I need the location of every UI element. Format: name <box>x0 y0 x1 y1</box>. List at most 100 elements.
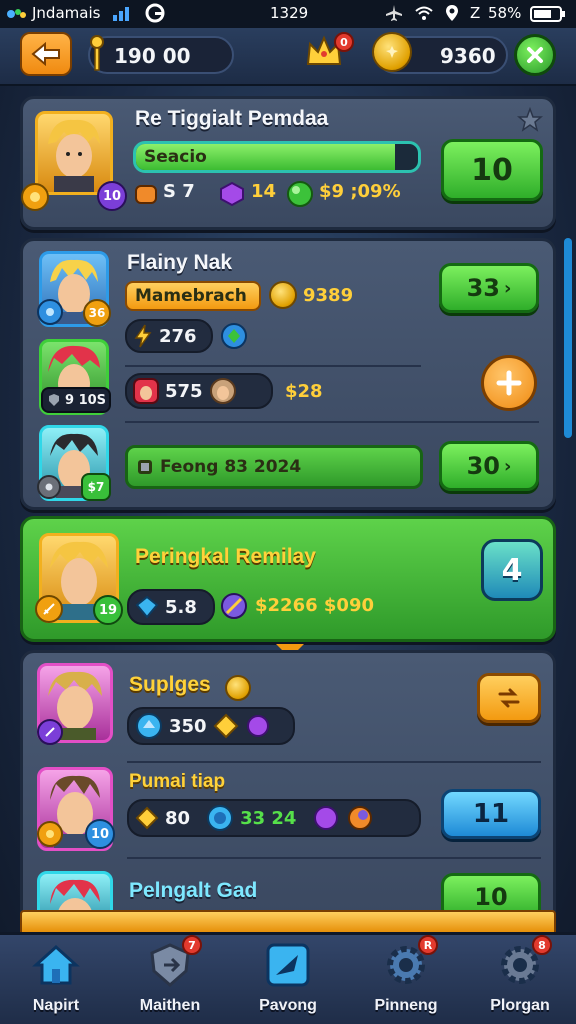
highlight-badge[interactable]: 4 <box>481 539 543 601</box>
app-logo-icon <box>6 6 28 26</box>
red-hero-icon <box>133 378 159 404</box>
stat-gems: 14 <box>251 181 277 202</box>
key-icon <box>86 34 108 78</box>
divider <box>127 857 541 859</box>
member-1-stat: 276 <box>125 319 213 353</box>
nav-label-gear: Pinneng <box>374 997 438 1014</box>
plus-icon <box>496 370 522 396</box>
sword-icon <box>35 595 63 623</box>
member-2-stat-value: 575 <box>165 380 203 402</box>
xp-progress-label: Seacio <box>144 147 207 167</box>
nav-badge-shield: 7 <box>182 935 202 955</box>
member-1-level: 36 <box>83 299 111 327</box>
airplane-icon <box>385 4 403 26</box>
member-1-tag-label: Mamebrach <box>135 286 247 306</box>
fist-icon <box>133 181 159 211</box>
battery-icon <box>530 6 566 26</box>
nav-item-settings[interactable]: 8 Plorgan <box>470 935 570 1021</box>
chevron-right-icon: › <box>503 277 512 299</box>
coin-icon <box>269 281 297 309</box>
arrow-left-icon <box>31 42 60 66</box>
green-orb-icon <box>285 179 315 213</box>
back-button[interactable] <box>20 32 72 76</box>
list-item-2-name: Pumai tiap <box>129 771 226 792</box>
crown-button[interactable]: 0 <box>304 32 354 74</box>
face-icon <box>209 378 236 404</box>
gold-diamond-icon <box>213 713 238 739</box>
nav-label-home: Napirt <box>32 997 80 1014</box>
nav-badge-settings: 8 <box>532 935 552 955</box>
nav-item-play[interactable]: Pavong <box>238 941 338 1021</box>
member-1-coins: 9389 <box>303 285 354 306</box>
nav-item-gear[interactable]: R Pinneng <box>356 935 456 1021</box>
emerald-icon <box>219 321 249 355</box>
highlight-level: 19 <box>93 595 123 625</box>
divider <box>125 421 539 423</box>
list-item-3-name: Pelngalt Gad <box>129 879 258 902</box>
list-item-2-action-button[interactable]: 11 <box>441 789 541 839</box>
member-2-gold: $28 <box>285 381 323 402</box>
top-bar: 190 00 0 9360 <box>0 28 576 86</box>
crystal-icon <box>135 595 159 619</box>
player-avatar[interactable] <box>35 111 113 195</box>
list-item-2-stat-a: 80 <box>165 807 191 829</box>
shield-small-icon <box>49 394 59 406</box>
list-footer-strip <box>20 910 556 934</box>
scrollbar[interactable] <box>564 238 572 438</box>
stat-power: S 7 <box>163 181 195 202</box>
rainbow-orb-icon <box>348 806 373 830</box>
member-1-tag: Mamebrach <box>125 281 261 311</box>
home-icon <box>32 941 80 989</box>
lightning-icon <box>134 324 152 348</box>
member-2-level: 9 10S <box>65 392 107 408</box>
coin-resource[interactable]: 9360 <box>372 32 508 74</box>
list-item-1-stat-value: 350 <box>169 715 207 737</box>
settings-icon: 8 <box>496 935 552 989</box>
nav-label-settings: Plorgan <box>490 997 550 1014</box>
feather-icon <box>219 591 249 625</box>
blue-gem-icon <box>136 713 162 739</box>
energy-resource[interactable]: 190 00 <box>88 35 234 74</box>
member-1-action-button[interactable]: 33 › <box>439 263 539 313</box>
list-item-1-action-button[interactable] <box>477 673 541 723</box>
coin-value: 9360 <box>440 44 496 68</box>
member-3-progress: Feong 83 2024 <box>125 445 423 489</box>
header-action-button[interactable]: 10 <box>441 139 543 201</box>
divider <box>125 365 421 367</box>
flag-icon <box>138 460 152 474</box>
clock: 1329 <box>270 4 309 22</box>
battery-percent: 58% <box>488 4 522 22</box>
member-2-stat: 575 <box>125 373 273 409</box>
shield-icon: 7 <box>146 935 202 989</box>
carrier-name: Jndamais <box>32 4 101 22</box>
highlight-card[interactable]: 19 Peringkal Remilay 5.8 $2266 $090 4 <box>20 516 556 642</box>
play-icon <box>264 941 312 989</box>
gold-diamond-icon <box>135 806 159 830</box>
highlight-gold: $2266 $090 <box>255 595 374 616</box>
member-2-level-pill: 9 10S <box>41 387 111 413</box>
highlight-stat: 5.8 <box>127 589 215 625</box>
close-button[interactable] <box>514 34 556 76</box>
blue-orb-icon <box>207 805 234 831</box>
star-icon[interactable] <box>516 106 544 137</box>
add-member-button[interactable] <box>481 355 537 411</box>
nav-label-shield: Maithen <box>139 997 201 1014</box>
highlight-title: Peringkal Remilay <box>135 545 316 568</box>
swap-icon <box>498 688 520 708</box>
member-3-rank-icon <box>37 475 61 499</box>
header-stats: S 7 14 $9 ;09% <box>133 179 433 209</box>
g-icon <box>144 2 166 28</box>
hero-portrait-icon <box>48 119 100 192</box>
energy-value: 190 00 <box>114 44 191 68</box>
member-3-action-button[interactable]: 30 › <box>439 441 539 491</box>
wifi-icon <box>414 4 434 26</box>
nav-item-shield[interactable]: 7 Maithen <box>120 935 220 1021</box>
list-item-1-stat: 350 <box>127 707 295 745</box>
coin-icon <box>372 32 412 72</box>
list-item-2-stats: 80 33 24 <box>127 799 421 837</box>
member-3-progress-text: Feong 83 2024 <box>160 457 302 477</box>
member-1-action-value: 33 <box>466 274 500 302</box>
xp-progress: Seacio <box>133 141 421 173</box>
member-1-stat-value: 276 <box>159 325 197 347</box>
nav-item-home[interactable]: Napirt <box>6 941 106 1021</box>
